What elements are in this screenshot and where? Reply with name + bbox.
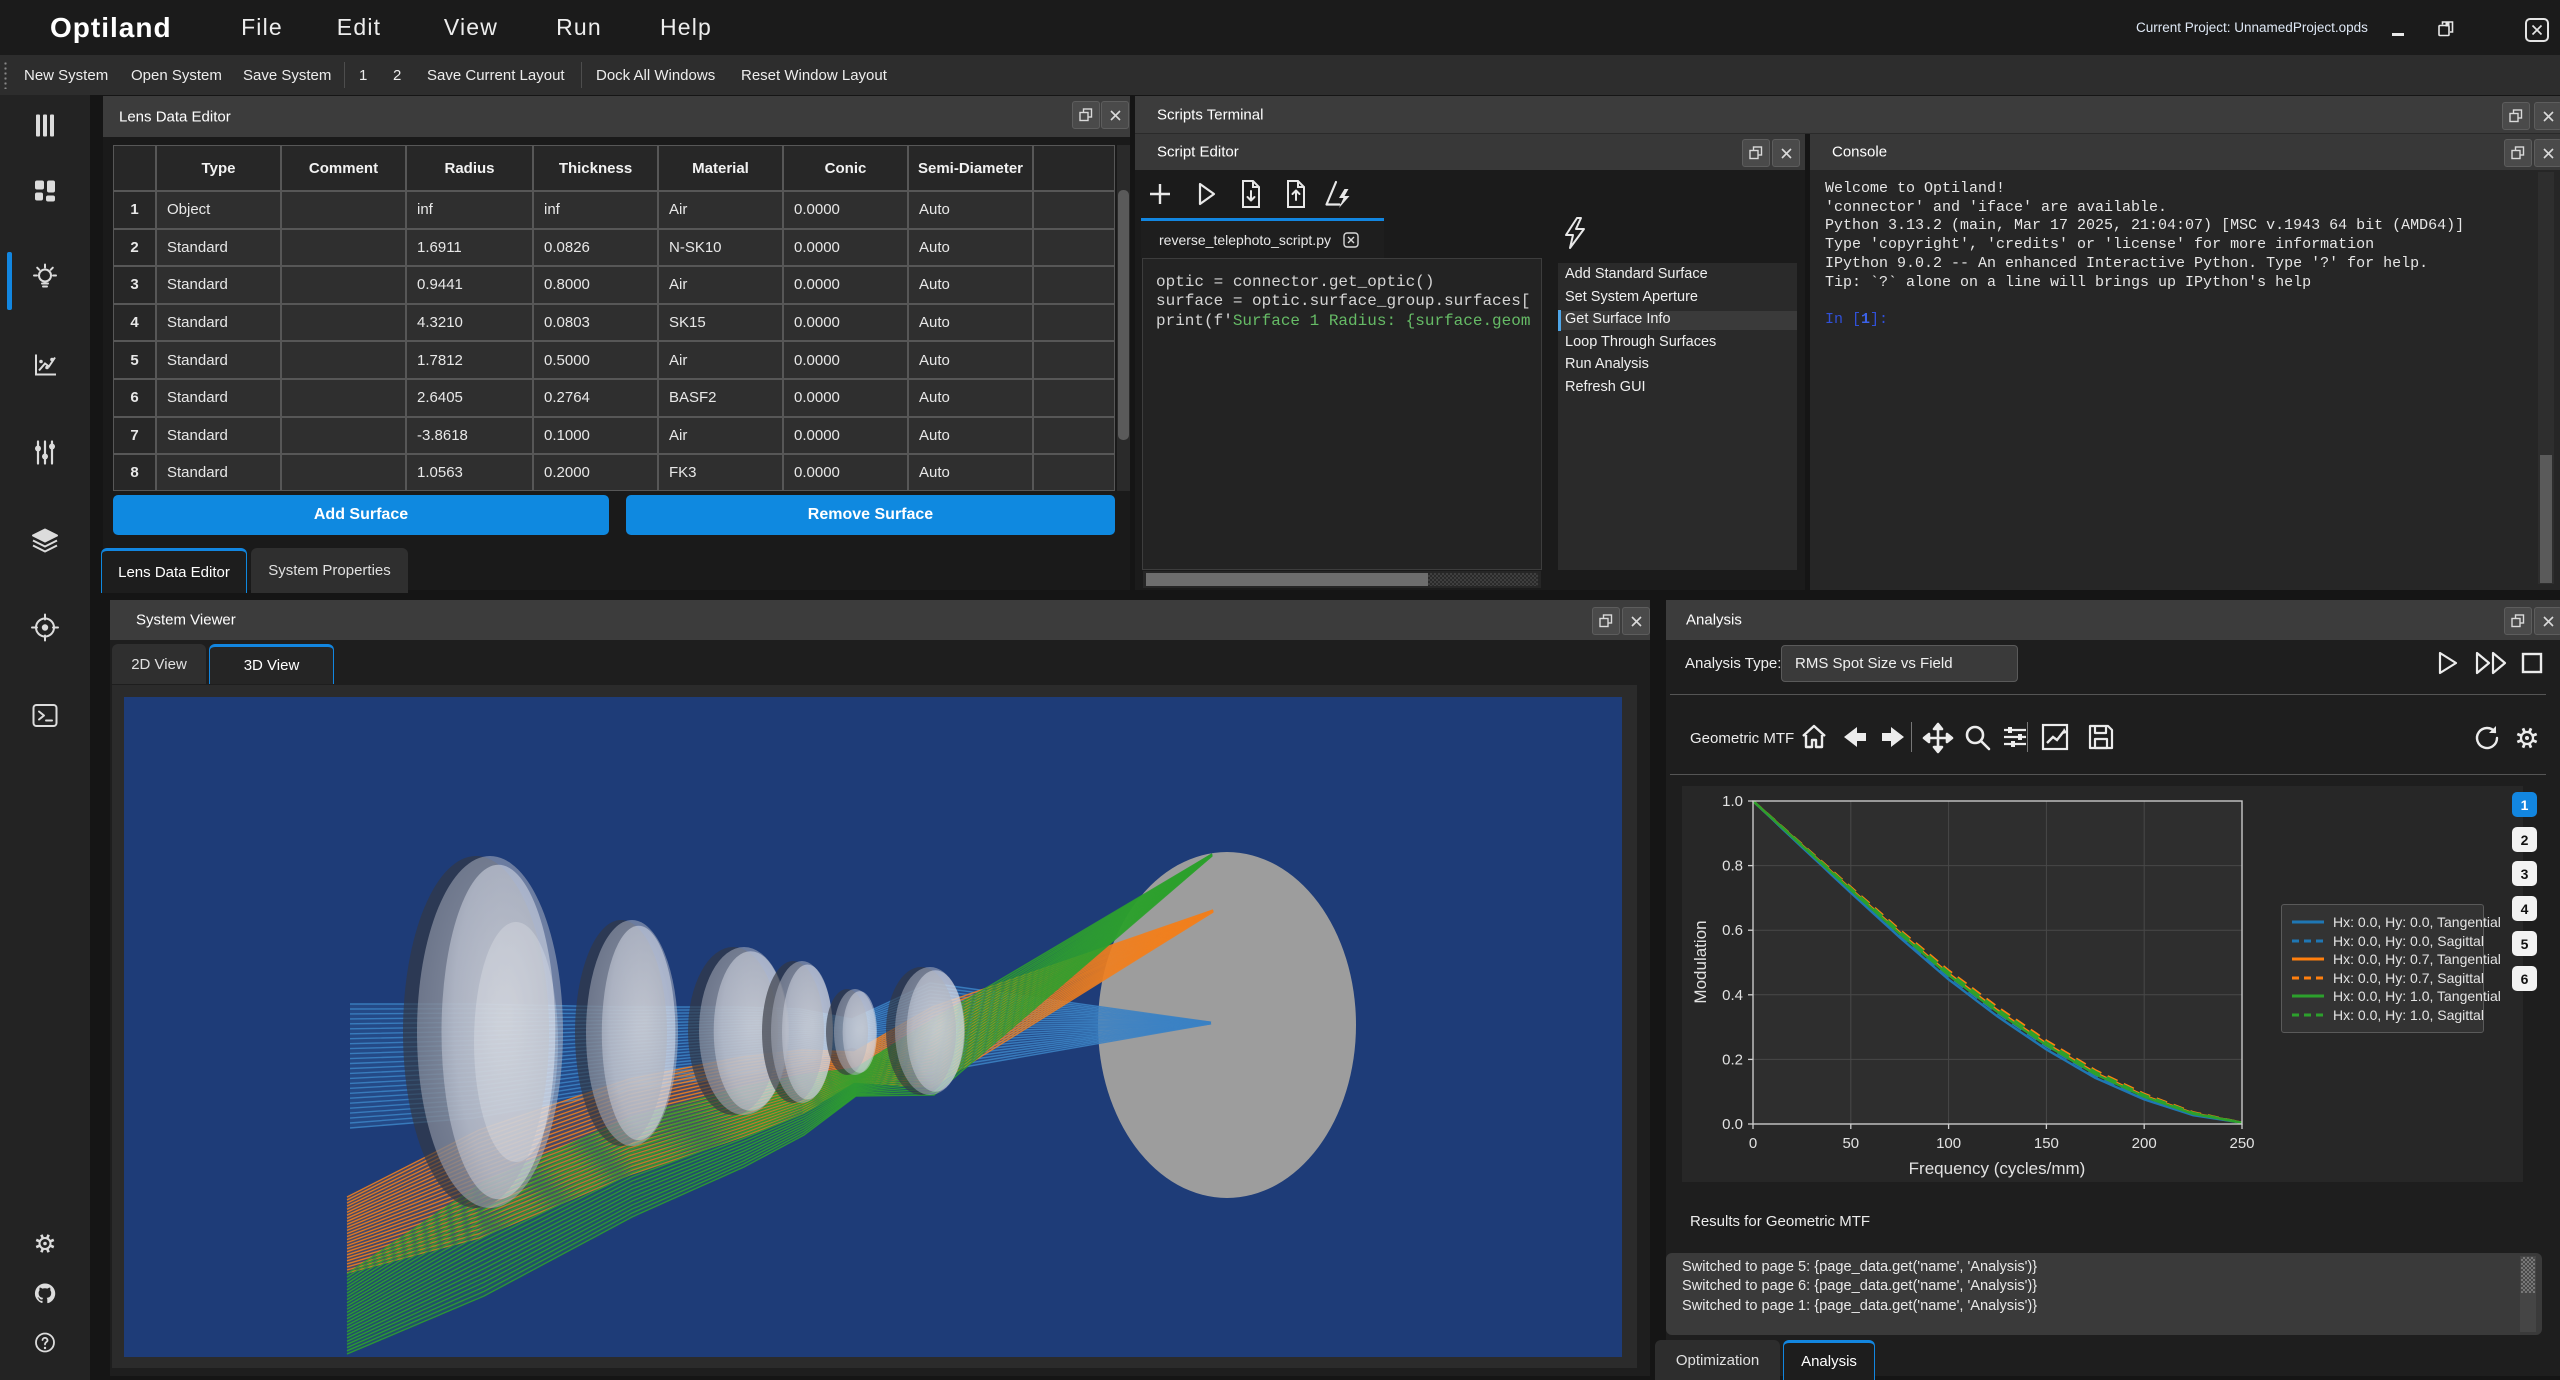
svg-text:0.6: 0.6 (1722, 922, 1743, 939)
svg-text:150: 150 (2034, 1135, 2059, 1152)
svg-text:Modulation: Modulation (1691, 920, 1710, 1003)
svg-text:0.8: 0.8 (1722, 858, 1743, 875)
svg-text:1.0: 1.0 (1722, 793, 1743, 810)
svg-text:0.4: 0.4 (1722, 987, 1743, 1004)
svg-text:Frequency (cycles/mm): Frequency (cycles/mm) (1909, 1159, 2086, 1178)
svg-text:50: 50 (1842, 1135, 1859, 1152)
svg-text:0.0: 0.0 (1722, 1116, 1743, 1133)
svg-text:100: 100 (1936, 1135, 1961, 1152)
svg-text:0: 0 (1749, 1135, 1757, 1152)
svg-text:200: 200 (2132, 1135, 2157, 1152)
svg-text:250: 250 (2229, 1135, 2254, 1152)
svg-text:0.2: 0.2 (1722, 1051, 1743, 1068)
